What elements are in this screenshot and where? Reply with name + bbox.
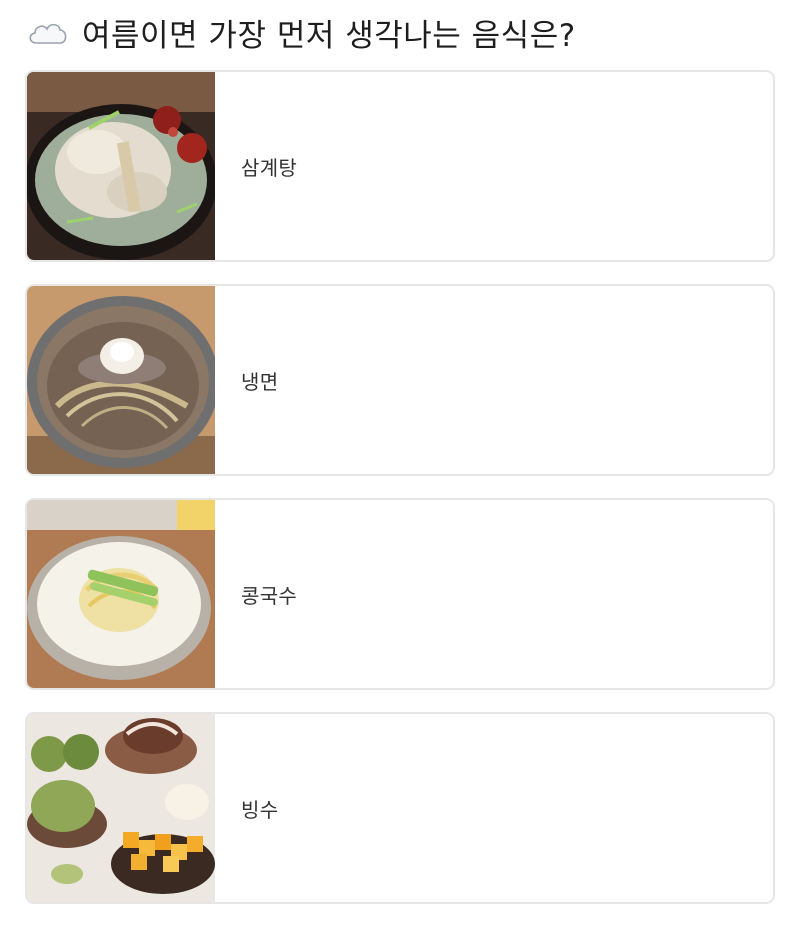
bingsu-image [27, 714, 215, 902]
option-label: 삼계탕 [241, 155, 298, 180]
option-label: 냉면 [241, 369, 279, 394]
kongguksu-image [27, 500, 215, 688]
cloud-icon [26, 17, 70, 47]
option-label: 콩국수 [241, 583, 298, 608]
option-naengmyeon[interactable]: 냉면 [25, 284, 775, 476]
samgyetang-image [27, 72, 215, 260]
option-kongguksu[interactable]: 콩국수 [25, 498, 775, 690]
answer-options: 삼계탕 냉면 콩국수 빙수 [25, 70, 775, 926]
option-samgyetang[interactable]: 삼계탕 [25, 70, 775, 262]
option-label: 빙수 [241, 797, 279, 822]
question-header: 여름이면 가장 먼저 생각나는 음식은? [26, 8, 576, 56]
naengmyeon-image [27, 286, 215, 474]
option-bingsu[interactable]: 빙수 [25, 712, 775, 904]
question-title: 여름이면 가장 먼저 생각나는 음식은? [82, 17, 576, 54]
